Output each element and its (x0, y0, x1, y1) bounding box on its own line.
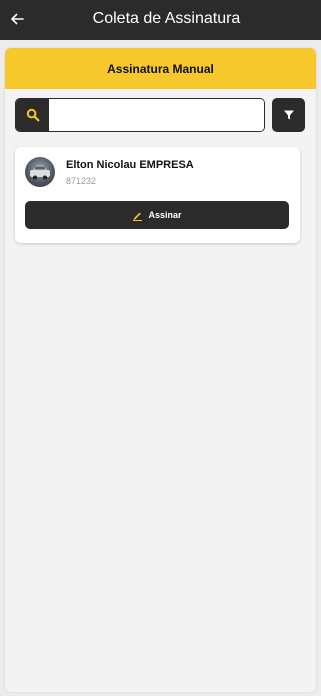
search-box[interactable] (15, 98, 265, 132)
filter-icon (283, 110, 294, 120)
record-code: 871232 (66, 176, 97, 186)
app-bar: Coleta de Assinatura (0, 0, 321, 40)
filter-button[interactable] (272, 98, 305, 132)
search-input[interactable] (49, 99, 264, 131)
search-icon (26, 108, 39, 122)
avatar (25, 157, 55, 187)
page-title: Coleta de Assinatura (92, 10, 241, 27)
sign-button-label: Assinar (148, 210, 182, 220)
search-row (15, 98, 305, 132)
sign-button[interactable]: Assinar (25, 201, 289, 229)
vehicle-photo-icon (30, 165, 50, 180)
pencil-icon (133, 212, 143, 221)
panel-header: Assinatura Manual (5, 48, 316, 89)
signature-panel: Assinatura Manual Elton Nicolau EMPRESA … (5, 48, 316, 692)
record-card: Elton Nicolau EMPRESA 871232 Assinar (15, 147, 300, 243)
record-name: Elton Nicolau EMPRESA (66, 159, 194, 171)
search-icon-button[interactable] (16, 99, 49, 131)
